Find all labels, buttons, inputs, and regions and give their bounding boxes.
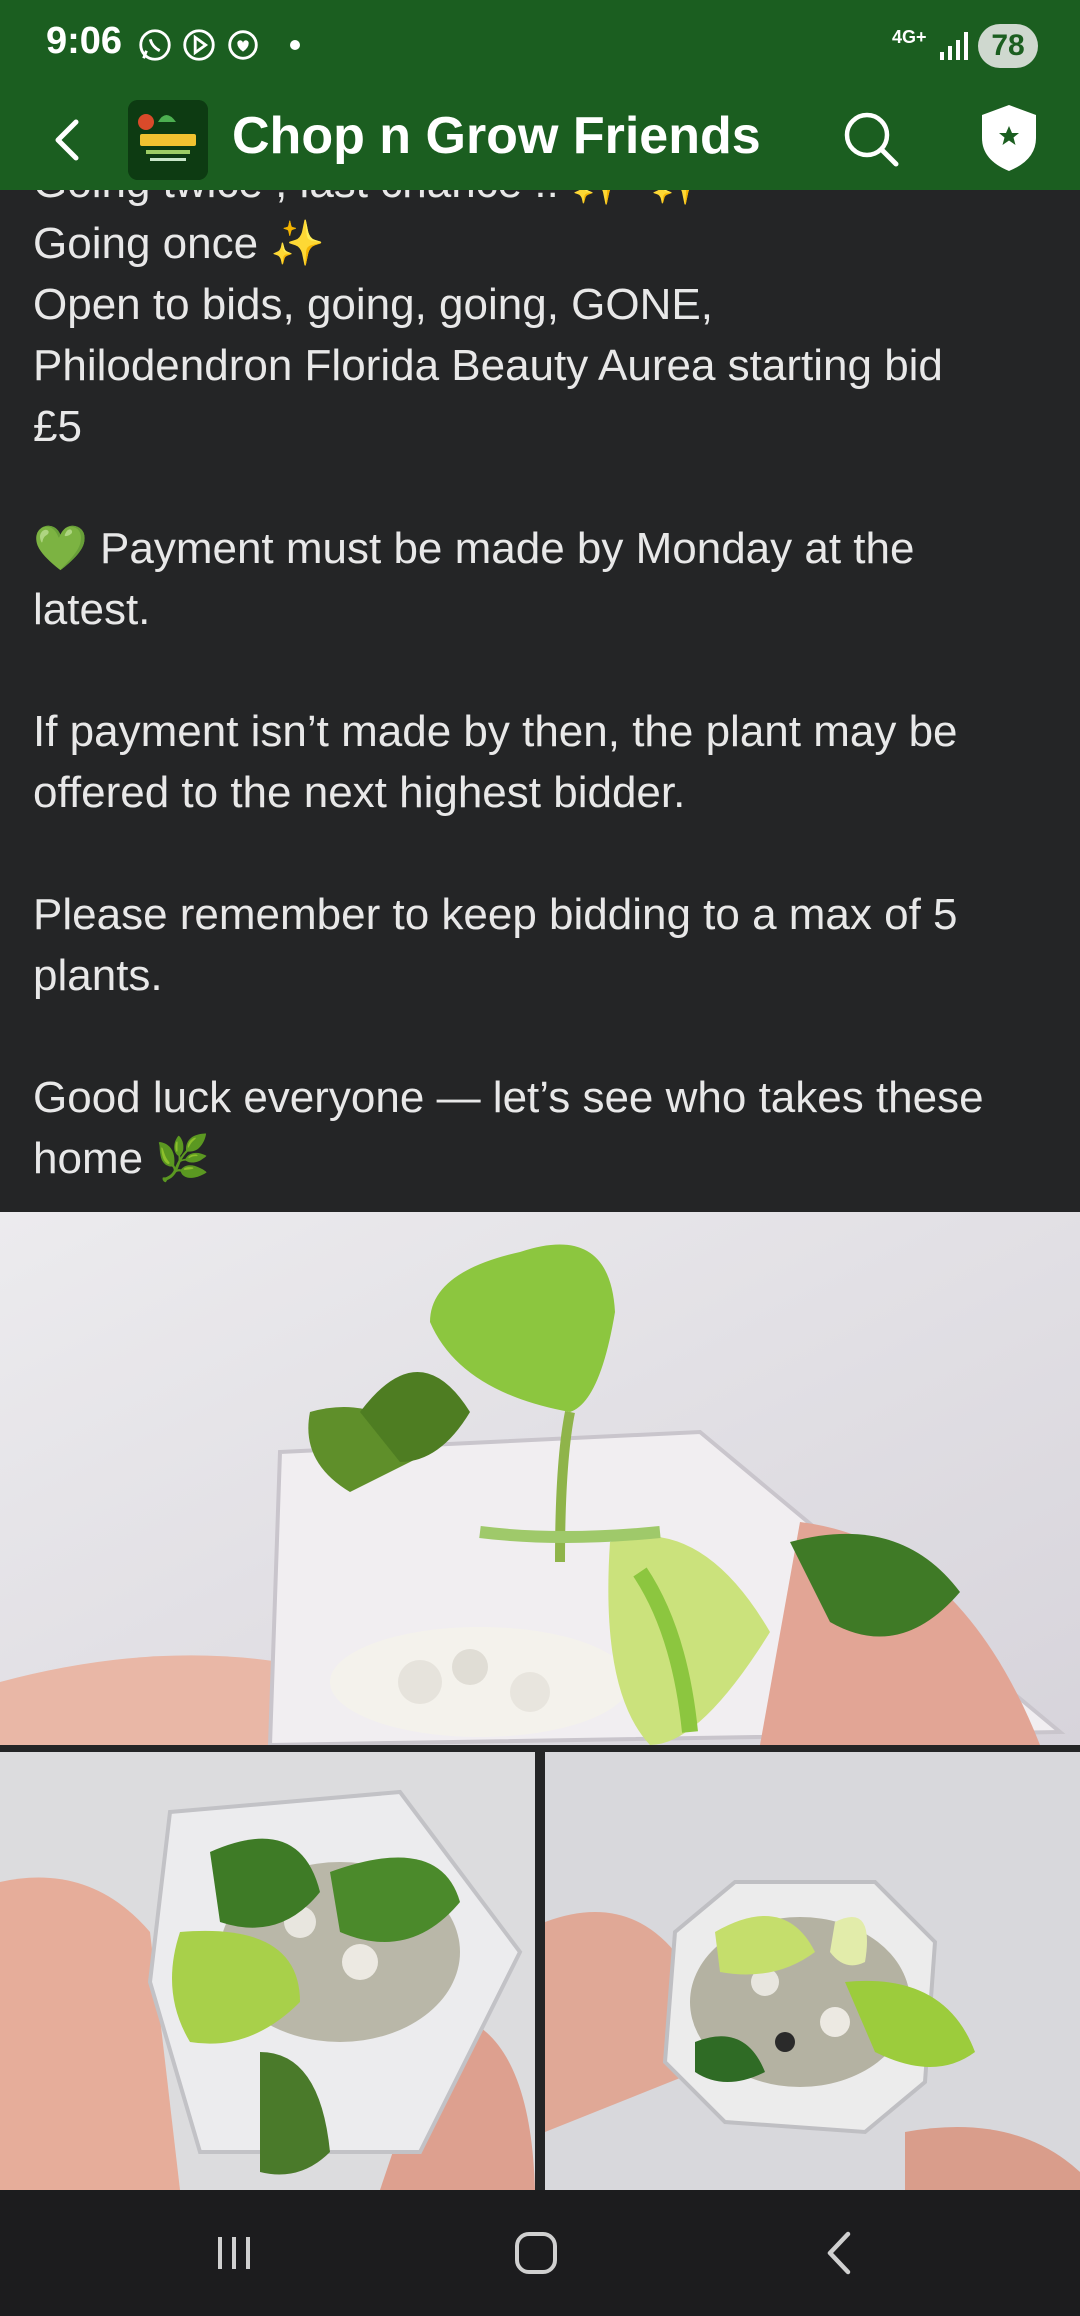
- search-icon[interactable]: [838, 106, 904, 172]
- recent-apps-icon[interactable]: [194, 2220, 274, 2286]
- group-avatar[interactable]: [128, 100, 208, 180]
- status-notification-icons: [136, 26, 262, 64]
- post-line: Open to bids, going, going, GONE,: [33, 280, 713, 329]
- battery-indicator: 78: [978, 24, 1038, 68]
- post-line: £5: [33, 402, 82, 451]
- notification-icon: [228, 30, 258, 60]
- post-line: [33, 823, 1053, 884]
- signal-icon: [940, 32, 968, 60]
- post-line: Going twice , last chance !! ✨ ✨: [33, 190, 1053, 213]
- plant-photo-left[interactable]: [0, 1752, 535, 2190]
- status-more-dot: [290, 40, 300, 50]
- post-line: Please remember to keep bidding to a max…: [33, 890, 958, 939]
- post-line: 💚 Payment must be made by Monday at the: [33, 524, 915, 573]
- post-line: [33, 457, 1053, 518]
- post-line: Good luck everyone — let’s see who takes…: [33, 1073, 984, 1122]
- home-icon[interactable]: [496, 2220, 576, 2286]
- post-line: Philodendron Florida Beauty Aurea starti…: [33, 341, 943, 390]
- plant-photo-main[interactable]: [0, 1212, 1080, 1745]
- post-text: Going twice , last chance !! ✨ ✨ Going on…: [33, 190, 1053, 1189]
- status-bar: 9:06 4G+ 78: [0, 0, 1080, 92]
- group-header: Chop n Grow Friends: [0, 92, 1080, 190]
- post-line: [33, 640, 1053, 701]
- post-body: Going twice , last chance !! ✨ ✨ Going on…: [0, 190, 1080, 1212]
- whatsapp-icon: [139, 29, 171, 61]
- post-line: home 🌿: [33, 1134, 211, 1183]
- group-logo: [128, 100, 208, 180]
- network-indicator: 4G+: [892, 27, 927, 47]
- plant-image: [0, 1752, 535, 2190]
- status-time: 9:06: [46, 20, 123, 62]
- plant-image: [0, 1212, 1080, 1745]
- photo-divider: [0, 1745, 1080, 1752]
- media-icon: [183, 29, 215, 61]
- post-line: [33, 1006, 1053, 1067]
- admin-shield-icon[interactable]: [978, 102, 1040, 174]
- post-line: offered to the next highest bidder.: [33, 768, 686, 817]
- back-icon[interactable]: [800, 2220, 880, 2286]
- post-line: plants.: [33, 951, 163, 1000]
- system-nav-bar: [0, 2190, 1080, 2316]
- post-line: Going once ✨: [33, 219, 326, 268]
- post-line: If payment isn’t made by then, the plant…: [33, 707, 958, 756]
- plant-photo-right[interactable]: [545, 1752, 1080, 2190]
- post-line: latest.: [33, 585, 151, 634]
- back-arrow-icon[interactable]: [42, 112, 98, 168]
- photo-divider: [535, 1752, 545, 2190]
- group-title[interactable]: Chop n Grow Friends: [232, 106, 761, 166]
- plant-image: [545, 1752, 1080, 2190]
